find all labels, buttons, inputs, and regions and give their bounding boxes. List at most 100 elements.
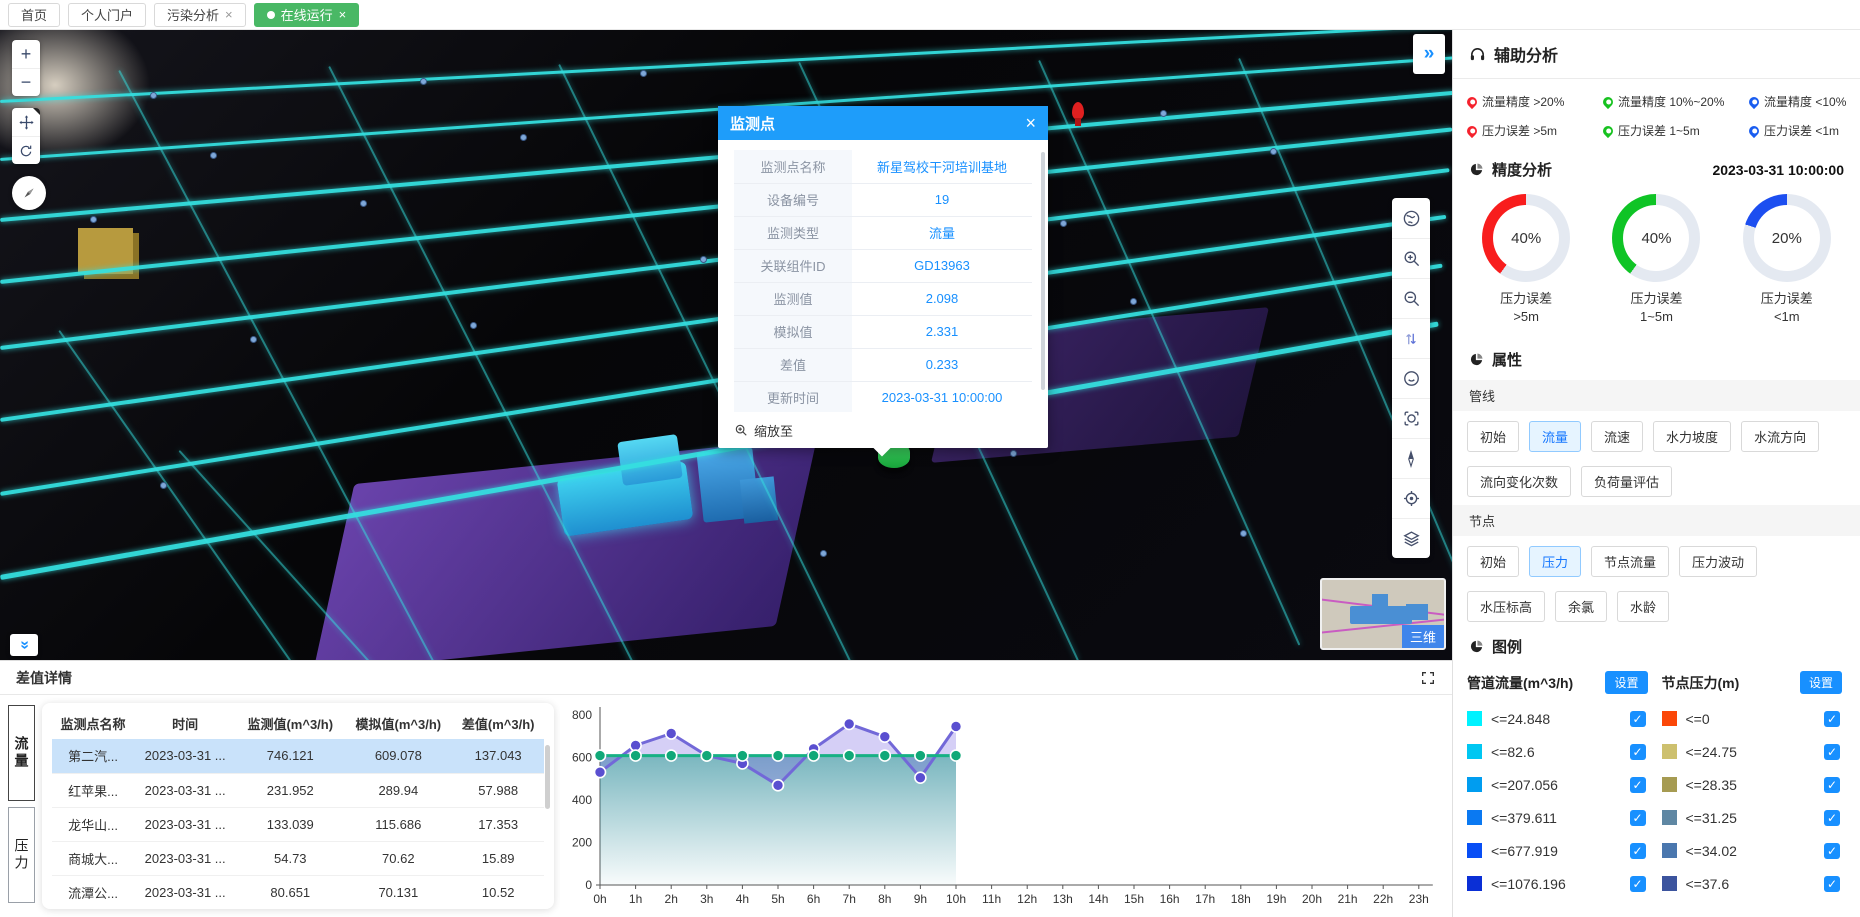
tab-label: 首页	[21, 5, 47, 24]
checkbox-checked[interactable]	[1630, 744, 1646, 760]
button-water-age[interactable]: 水龄	[1617, 591, 1669, 622]
table-row[interactable]: 商城大... 2023-03-31 ... 54.73 70.62 15.89	[52, 841, 544, 875]
table-row[interactable]: 红苹果... 2023-03-31 ... 231.952 289.94 57.…	[52, 773, 544, 807]
tab-home[interactable]: 首页	[8, 3, 60, 27]
legend-label: 流量精度 >20%	[1482, 93, 1564, 110]
tab-portal[interactable]: 个人门户	[68, 3, 146, 27]
rotate-icon	[18, 143, 34, 159]
alert-marker-red[interactable]	[1072, 102, 1084, 120]
sidebar-collapse-button[interactable]: »	[1413, 34, 1445, 74]
minus-icon: −	[21, 72, 32, 93]
svg-text:12h: 12h	[1017, 892, 1037, 906]
button-pressure-elevation[interactable]: 水压标高	[1467, 591, 1545, 622]
button-initial[interactable]: 初始	[1467, 546, 1519, 577]
legend-label: 流量精度 10%~20%	[1618, 93, 1724, 110]
svg-text:6h: 6h	[807, 892, 820, 906]
scrollbar-thumb[interactable]	[545, 745, 550, 809]
svg-text:800: 800	[572, 708, 592, 722]
panel-collapse-button[interactable]: »	[10, 634, 38, 656]
layers-button[interactable]	[1392, 518, 1430, 558]
pan-button[interactable]	[12, 108, 40, 136]
color-swatch	[1662, 711, 1677, 726]
close-icon[interactable]: ×	[225, 8, 233, 21]
svg-text:2h: 2h	[665, 892, 678, 906]
tab-pressure[interactable]: 压力	[8, 807, 35, 903]
close-icon[interactable]: ×	[339, 8, 347, 21]
node-buttons: 初始 压力 节点流量 压力波动	[1453, 536, 1860, 581]
compass-button[interactable]	[12, 176, 46, 210]
map-3d-view[interactable]: 监测点 × 监测点名称 新星驾校干河培训基地 设备编号 19	[0, 30, 1452, 660]
checkbox-checked[interactable]	[1824, 777, 1840, 793]
table-row[interactable]: 龙华山... 2023-03-31 ... 133.039 115.686 17…	[52, 807, 544, 841]
checkbox-checked[interactable]	[1824, 744, 1840, 760]
legend-row: <=677.919	[1467, 834, 1656, 867]
checkbox-checked[interactable]	[1630, 843, 1646, 859]
map-zoom-in-button[interactable]: +	[12, 40, 40, 68]
minimap-3d-badge[interactable]: 三维	[1402, 625, 1444, 648]
close-icon[interactable]: ×	[1025, 113, 1036, 134]
pie-chart-icon	[1469, 639, 1484, 654]
legend-item: 压力误差 >5m	[1467, 122, 1603, 139]
table-row[interactable]: 流潭公... 2023-03-31 ... 80.651 70.131 10.5…	[52, 875, 544, 909]
column-header[interactable]: 模拟值(m^3/h)	[344, 707, 452, 739]
orbit-button[interactable]	[1392, 358, 1430, 398]
checkbox-checked[interactable]	[1824, 711, 1840, 727]
button-node-flow[interactable]: 节点流量	[1591, 546, 1669, 577]
pan-rotate-group	[12, 108, 40, 164]
tab-flow[interactable]: 流量	[8, 705, 35, 801]
minimap[interactable]: 三维	[1320, 578, 1446, 650]
zoom-in-tool-button[interactable]	[1392, 238, 1430, 278]
scrollbar-thumb[interactable]	[1041, 152, 1045, 390]
settings-button[interactable]: 设置	[1605, 671, 1647, 694]
button-hydraulic-slope[interactable]: 水力坡度	[1653, 421, 1731, 452]
pipe-node-dot	[210, 152, 217, 159]
pipe-node-dot	[470, 322, 477, 329]
tab-online-running[interactable]: 在线运行 ×	[254, 3, 360, 27]
checkbox-checked[interactable]	[1630, 711, 1646, 727]
rotate-button[interactable]	[12, 136, 40, 164]
fullscreen-icon[interactable]	[1420, 670, 1436, 686]
legend-row: <=37.6	[1662, 867, 1851, 900]
checkbox-checked[interactable]	[1630, 876, 1646, 892]
globe-button[interactable]	[1392, 198, 1430, 238]
button-pressure-fluctuation[interactable]: 压力波动	[1679, 546, 1757, 577]
column-header[interactable]: 差值(m^3/h)	[452, 707, 544, 739]
checkbox-checked[interactable]	[1824, 810, 1840, 826]
map-zoom-out-button[interactable]: −	[12, 68, 40, 96]
cell-time: 2023-03-31 ...	[134, 841, 236, 875]
settings-button[interactable]: 设置	[1800, 671, 1842, 694]
swap-view-button[interactable]	[1392, 318, 1430, 358]
checkbox-checked[interactable]	[1824, 876, 1840, 892]
checkbox-checked[interactable]	[1630, 810, 1646, 826]
minimap-building	[1406, 604, 1428, 620]
button-initial[interactable]: 初始	[1467, 421, 1519, 452]
checkbox-checked[interactable]	[1824, 843, 1840, 859]
pipeline-group-header: 管线	[1453, 380, 1860, 411]
difference-table-card: 监测点名称 时间 监测值(m^3/h) 模拟值(m^3/h) 差值(m^3/h)…	[42, 703, 554, 909]
column-header[interactable]: 监测点名称	[52, 707, 134, 739]
tab-pollution-analysis[interactable]: 污染分析 ×	[154, 3, 246, 27]
gauge-value: 40%	[1612, 194, 1700, 282]
column-header[interactable]: 时间	[134, 707, 236, 739]
button-load-evaluation[interactable]: 负荷量评估	[1581, 466, 1672, 497]
button-flow-direction[interactable]: 水流方向	[1741, 421, 1819, 452]
button-direction-changes[interactable]: 流向变化次数	[1467, 466, 1571, 497]
svg-text:5h: 5h	[771, 892, 784, 906]
button-flow[interactable]: 流量	[1529, 421, 1581, 452]
button-pressure[interactable]: 压力	[1529, 546, 1581, 577]
table-row[interactable]: 第二汽... 2023-03-31 ... 746.121 609.078 13…	[52, 739, 544, 773]
pie-chart-icon	[1469, 162, 1484, 177]
checkbox-checked[interactable]	[1630, 777, 1646, 793]
locate-button[interactable]	[1392, 478, 1430, 518]
column-header[interactable]: 监测值(m^3/h)	[236, 707, 344, 739]
zoom-out-tool-button[interactable]	[1392, 278, 1430, 318]
pressure-legend-header: 节点压力(m) 设置	[1662, 667, 1851, 702]
gauge-ring: 40%	[1482, 194, 1570, 282]
monitoring-point-link[interactable]: 新星驾校干河培训基地	[877, 160, 1007, 175]
north-arrow-button[interactable]	[1392, 438, 1430, 478]
button-residual-chlorine[interactable]: 余氯	[1555, 591, 1607, 622]
map-pin-icon	[1601, 123, 1615, 137]
button-velocity[interactable]: 流速	[1591, 421, 1643, 452]
minimap-building	[1350, 606, 1412, 624]
focus-frame-button[interactable]	[1392, 398, 1430, 438]
